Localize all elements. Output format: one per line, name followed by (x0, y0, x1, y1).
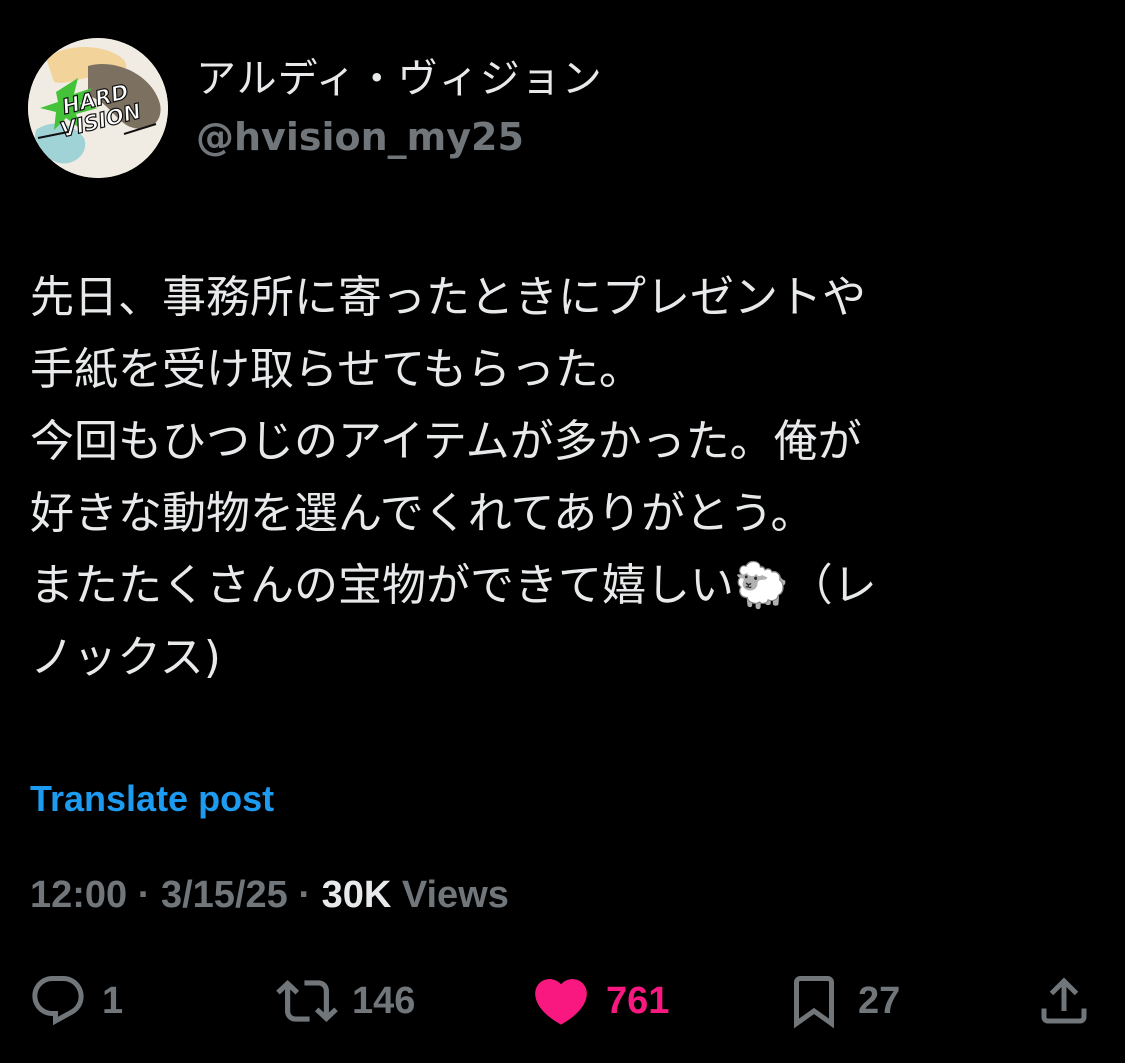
user-handle[interactable]: @hvision_my25 (196, 111, 603, 163)
post-line: 先日、事務所に寄ったときにプレゼントや (30, 272, 866, 323)
post-date[interactable]: 3/15/25 (161, 874, 288, 916)
post-text: 先日、事務所に寄ったときにプレゼントや 手紙を受け取らせてもらった。 今回もひつ… (30, 262, 1090, 694)
reply-button[interactable]: 1 (28, 966, 123, 1036)
heart-icon (535, 979, 587, 1025)
reply-count: 1 (102, 979, 124, 1022)
post-time[interactable]: 12:00 (30, 874, 127, 916)
translate-post-link[interactable]: Translate post (30, 774, 274, 824)
meta-separator: · (137, 874, 151, 916)
reply-icon (32, 976, 84, 1026)
post-header: HARD VISION アルディ・ヴィジョン @hvision_my25 (28, 38, 603, 178)
views-label: Views (401, 874, 509, 916)
post-line: 手紙を受け取らせてもらった。 (30, 344, 643, 395)
display-name[interactable]: アルディ・ヴィジョン (196, 53, 603, 105)
post-line: 今回もひつじのアイテムが多かった。俺が (30, 416, 862, 467)
meta-separator: · (298, 874, 311, 916)
avatar[interactable]: HARD VISION (28, 38, 168, 178)
post-line: ノックス) (30, 632, 221, 683)
bookmark-count: 27 (858, 979, 901, 1022)
user-names: アルディ・ヴィジョン @hvision_my25 (196, 53, 603, 163)
action-bar: 1 146 761 27 (0, 966, 1125, 1036)
repost-count: 146 (352, 979, 416, 1022)
views-count[interactable]: 30K (322, 874, 392, 916)
hard-vision-logo-icon: HARD VISION (28, 38, 168, 178)
post-line: 好きな動物を選んでくれてありがとう。 (30, 488, 815, 539)
repost-button[interactable]: 146 (276, 966, 415, 1036)
repost-icon (276, 980, 338, 1022)
post-meta: 12:00 · 3/15/25 · 30K Views (30, 868, 509, 922)
share-button[interactable] (1034, 966, 1094, 1036)
bookmark-button[interactable]: 27 (784, 966, 900, 1036)
post-line: またたくさんの宝物ができて嬉しい🐑（レ (30, 560, 877, 611)
like-button[interactable]: 761 (530, 966, 669, 1036)
bookmark-icon (794, 976, 834, 1029)
like-count: 761 (606, 979, 670, 1022)
share-icon (1041, 977, 1087, 1024)
